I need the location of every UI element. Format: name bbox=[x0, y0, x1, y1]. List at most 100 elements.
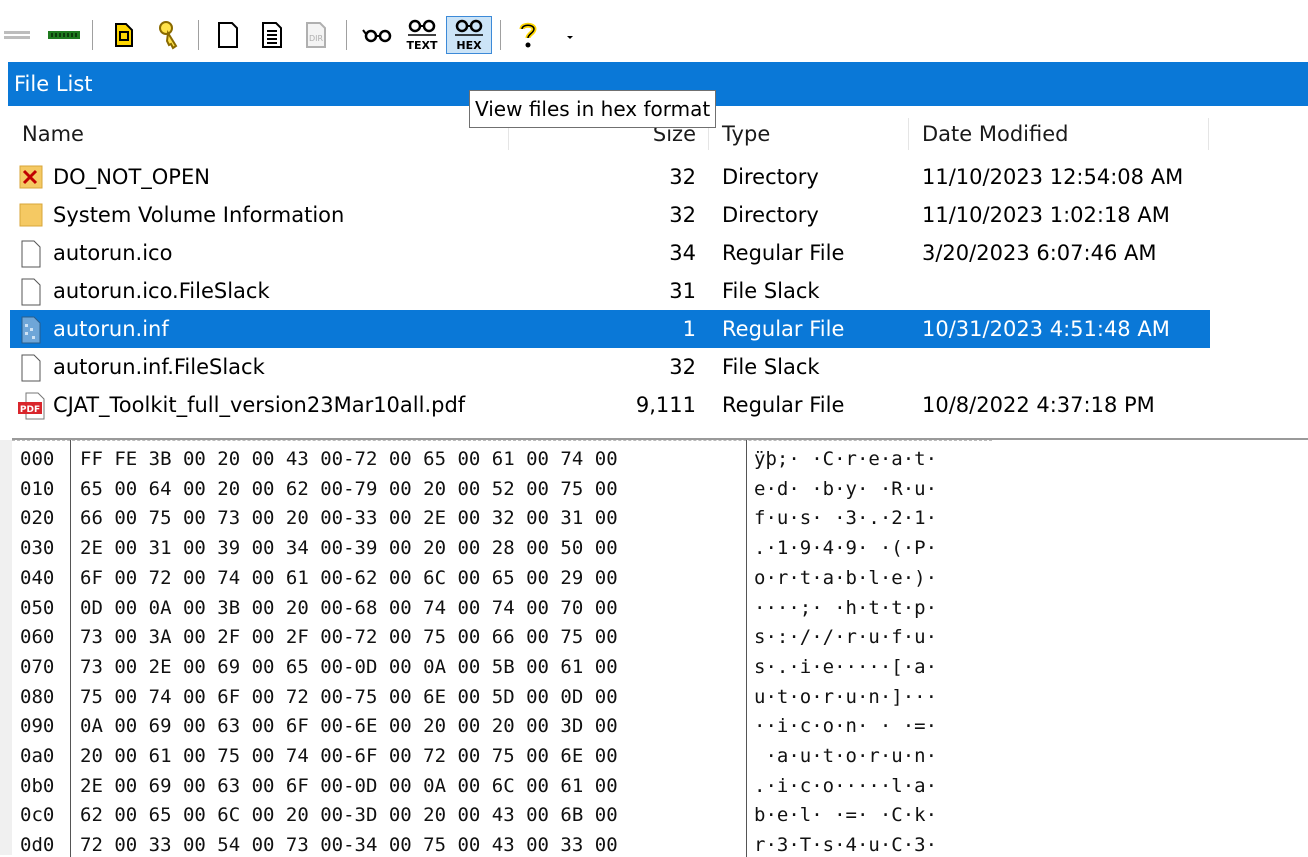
hex-bytes: 20 00 61 00 75 00 74 00-6F 00 72 00 75 0… bbox=[80, 745, 618, 767]
view-text-icon[interactable]: TEXT bbox=[402, 16, 442, 54]
file-row-selected[interactable]: autorun.inf 1 Regular File 10/31/2023 4:… bbox=[10, 310, 1210, 348]
hex-ascii: ····;· ·h·t·t·p· bbox=[754, 596, 938, 619]
hex-row: 030 2E 00 31 00 39 00 34 00-39 00 20 00 2… bbox=[12, 533, 1308, 563]
pdf-icon: PDF bbox=[18, 392, 45, 420]
hex-ascii: o·r·t·a·b·l·e·)· bbox=[754, 566, 938, 589]
hex-ascii: u·t·o·r·u·n·]··· bbox=[754, 685, 938, 708]
file-name: autorun.inf.FileSlack bbox=[53, 355, 265, 379]
hex-row: 010 65 00 64 00 20 00 62 00-79 00 20 00 5… bbox=[12, 474, 1308, 504]
tooltip: View files in hex format bbox=[469, 90, 717, 128]
hex-row: 090 0A 00 69 00 63 00 6F 00-6E 00 20 00 2… bbox=[12, 711, 1308, 741]
file-date: 11/10/2023 12:54:08 AM bbox=[922, 165, 1184, 189]
file-icon bbox=[18, 354, 44, 382]
hex-ascii: ··i·c·o·n· · ·=· bbox=[754, 715, 938, 738]
hex-ascii: e·d· ·b·y· ·R·u· bbox=[754, 477, 938, 500]
hex-bytes: 75 00 74 00 6F 00 72 00-75 00 6E 00 5D 0… bbox=[80, 685, 618, 708]
file-size: 31 bbox=[669, 279, 696, 303]
hex-bytes: 2E 00 69 00 63 00 6F 00-0D 00 0A 00 6C 0… bbox=[80, 774, 618, 797]
hex-ascii: b·e·l· ·=· ·C·k· bbox=[754, 804, 938, 827]
hex-ascii: ÿþ;· ·C·r·e·a·t· bbox=[754, 448, 938, 470]
hex-offset: 0d0 bbox=[20, 834, 55, 857]
hex-row: 000 FF FE 3B 00 20 00 43 00-72 00 65 00 6… bbox=[12, 444, 1308, 474]
file-name: autorun.ico.FileSlack bbox=[53, 279, 270, 303]
column-header-type[interactable]: Type bbox=[722, 112, 770, 156]
file-date: 10/8/2022 4:37:18 PM bbox=[922, 393, 1155, 417]
file-name: System Volume Information bbox=[53, 203, 345, 227]
file-type: Directory bbox=[722, 203, 819, 227]
file-type: Directory bbox=[722, 165, 819, 189]
hex-ascii: f·u·s· ·3·.·2·1· bbox=[754, 507, 938, 530]
file-type: File Slack bbox=[722, 355, 820, 379]
help-icon[interactable] bbox=[510, 16, 546, 54]
hex-offset: 060 bbox=[20, 626, 55, 649]
file-row[interactable]: System Volume Information 32 Directory 1… bbox=[10, 196, 1210, 234]
hex-bytes: 0D 00 0A 00 3B 00 20 00-68 00 74 00 74 0… bbox=[80, 596, 618, 619]
hex-bytes: 62 00 65 00 6C 00 20 00-3D 00 20 00 43 0… bbox=[80, 804, 618, 827]
hex-bytes: 73 00 2E 00 69 00 65 00-0D 00 0A 00 5B 0… bbox=[80, 655, 618, 678]
file-row[interactable]: autorun.ico.FileSlack 31 File Slack bbox=[10, 272, 1210, 310]
hex-ascii: s·.·i·e·····[·a· bbox=[754, 655, 938, 678]
file-type: Regular File bbox=[722, 393, 845, 417]
hex-offset: 070 bbox=[20, 655, 55, 678]
file-row[interactable]: autorun.inf.FileSlack 32 File Slack bbox=[10, 348, 1210, 386]
svg-text:HEX: HEX bbox=[456, 39, 482, 52]
file-size: 1 bbox=[682, 317, 696, 341]
hex-bytes: 72 00 33 00 54 00 73 00-34 00 75 00 43 0… bbox=[80, 834, 618, 857]
hex-bytes: 0A 00 69 00 63 00 6F 00-6E 00 20 00 20 0… bbox=[80, 715, 618, 738]
svg-text:TEXT: TEXT bbox=[406, 39, 437, 52]
view-glasses-icon[interactable] bbox=[358, 16, 398, 54]
hex-ascii: r·3·T·s·4·u·C·3· bbox=[754, 834, 938, 857]
properties-icon[interactable] bbox=[254, 16, 290, 54]
file-size: 32 bbox=[669, 355, 696, 379]
hex-offset: 000 bbox=[20, 448, 55, 470]
hex-offset: 0c0 bbox=[20, 804, 55, 827]
file-icon bbox=[18, 240, 44, 268]
hex-offset: 030 bbox=[20, 537, 55, 560]
hex-view[interactable]: 000 FF FE 3B 00 20 00 43 00-72 00 65 00 6… bbox=[12, 438, 1308, 857]
hex-ascii: .·1·9·4·9· ·(·P· bbox=[754, 537, 938, 560]
view-hex-icon[interactable]: HEX bbox=[446, 16, 492, 54]
hex-row: 040 6F 00 72 00 74 00 61 00-62 00 6C 00 6… bbox=[12, 563, 1308, 593]
file-size: 32 bbox=[669, 203, 696, 227]
toolbar: DIR TEXT HEX bbox=[0, 0, 1308, 60]
file-row[interactable]: PDF CJAT_Toolkit_full_version23Mar10all.… bbox=[10, 386, 1210, 424]
dropdown-arrow-icon[interactable] bbox=[558, 16, 582, 54]
hex-ascii: .·i·c·o·····l·a· bbox=[754, 774, 938, 797]
hex-bytes: 66 00 75 00 73 00 20 00-33 00 2E 00 32 0… bbox=[80, 507, 618, 530]
hex-pane-edge bbox=[0, 440, 12, 855]
file-size: 34 bbox=[669, 241, 696, 265]
new-file-icon[interactable] bbox=[210, 16, 246, 54]
svg-text:DIR: DIR bbox=[309, 34, 324, 43]
deleted-folder-icon bbox=[18, 164, 44, 190]
hex-row: 050 0D 00 0A 00 3B 00 20 00-68 00 74 00 7… bbox=[12, 593, 1308, 623]
hex-row: 0c0 62 00 65 00 6C 00 20 00-3D 00 20 00 4… bbox=[12, 800, 1308, 830]
hex-offset: 040 bbox=[20, 566, 55, 589]
hex-offset: 020 bbox=[20, 507, 55, 530]
dir-icon[interactable]: DIR bbox=[298, 16, 334, 54]
hex-offset: 090 bbox=[20, 715, 55, 738]
file-type: Regular File bbox=[722, 317, 845, 341]
file-date: 3/20/2023 6:07:46 AM bbox=[922, 241, 1157, 265]
hex-bytes: 6F 00 72 00 74 00 61 00-62 00 6C 00 65 0… bbox=[80, 566, 618, 589]
hex-offset: 0a0 bbox=[20, 745, 55, 767]
column-header-date[interactable]: Date Modified bbox=[922, 112, 1068, 156]
svg-text:PDF: PDF bbox=[20, 405, 40, 415]
column-header-name[interactable]: Name bbox=[22, 112, 84, 156]
back-icon[interactable] bbox=[0, 16, 36, 54]
hex-offset: 050 bbox=[20, 596, 55, 619]
hex-row: 0d0 72 00 33 00 54 00 73 00-34 00 75 00 4… bbox=[12, 830, 1308, 857]
drive-icon[interactable] bbox=[44, 16, 84, 54]
hex-offset: 010 bbox=[20, 477, 55, 500]
evidence-icon[interactable] bbox=[104, 16, 144, 54]
file-type: Regular File bbox=[722, 241, 845, 265]
hex-offset: 0b0 bbox=[20, 774, 55, 797]
folder-icon bbox=[18, 202, 44, 228]
file-date: 11/10/2023 1:02:18 AM bbox=[922, 203, 1170, 227]
hex-row: 020 66 00 75 00 73 00 20 00-33 00 2E 00 3… bbox=[12, 503, 1308, 533]
file-row[interactable]: DO_NOT_OPEN 32 Directory 11/10/2023 12:5… bbox=[10, 158, 1210, 196]
file-name: autorun.ico bbox=[53, 241, 173, 265]
hex-row: 0a0 20 00 61 00 75 00 74 00-6F 00 72 00 7… bbox=[12, 741, 1308, 771]
file-row[interactable]: autorun.ico 34 Regular File 3/20/2023 6:… bbox=[10, 234, 1210, 272]
hex-bytes: 65 00 64 00 20 00 62 00-79 00 20 00 52 0… bbox=[80, 477, 618, 500]
key-icon[interactable] bbox=[150, 16, 186, 54]
